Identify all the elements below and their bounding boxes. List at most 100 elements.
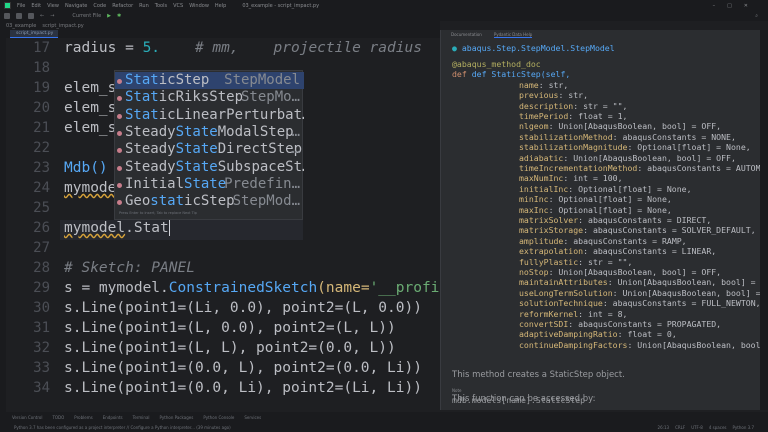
interpreter[interactable]: Python 3.7 <box>733 425 755 430</box>
run-config-select[interactable]: Current File <box>72 13 101 19</box>
item-match: State <box>175 158 218 175</box>
forward-icon[interactable]: → <box>50 13 54 19</box>
code-line-current[interactable]: mymodel.Stat <box>64 220 170 236</box>
param-name: timeIncrementationMethod <box>519 163 638 173</box>
code-line[interactable]: s.Line(point1=(0.0, Li), point2=(Li, Li)… <box>64 380 422 396</box>
item-text: icStep <box>184 193 235 210</box>
param-type: : abaqusConstants = NONE, <box>612 131 736 142</box>
menu-vcs[interactable]: VCS <box>173 3 183 9</box>
tab-pydantic-help[interactable]: Pydantic Data Help <box>493 32 533 38</box>
tab-problems[interactable]: Problems <box>74 415 92 420</box>
code-function: ConstrainedSketch <box>168 280 318 296</box>
line-number: 20 <box>33 100 50 116</box>
run-icon[interactable]: ▶ <box>107 13 111 19</box>
menu-tools[interactable]: Tools <box>155 3 167 9</box>
item-match: Stat <box>125 72 159 88</box>
menu-navigate[interactable]: Navigate <box>65 3 87 9</box>
param-type: : str = "", <box>573 100 628 111</box>
code-line[interactable]: s.Line(point1=(L, 0.0), point2=(L, L)) <box>64 320 396 336</box>
tab-documentation[interactable]: Documentation <box>451 32 482 37</box>
menu-view[interactable]: View <box>47 3 59 9</box>
menu-code[interactable]: Code <box>93 3 106 9</box>
tab-python-console[interactable]: Python Console <box>203 415 234 420</box>
param-type: : int = 100, <box>563 173 623 184</box>
param-type: : abaqusConstants = SOLVER_DEFAULT, <box>583 225 756 236</box>
completion-item[interactable]: SteadyStateDirectStep… <box>115 141 304 158</box>
param-type: : Union[AbaqusBoolean, bool] = OFF, <box>563 152 736 163</box>
sync-icon[interactable] <box>28 13 34 19</box>
completion-item[interactable]: SteadyStateModalStep… <box>115 124 304 141</box>
caret-position[interactable]: 26:13 <box>658 425 670 430</box>
breadcrumb: 03_example script_impact.py <box>0 21 440 30</box>
param-type: : Optional[float] = None, <box>548 194 672 205</box>
pycharm-logo-icon <box>4 2 11 9</box>
item-type: Predefin… <box>224 175 300 192</box>
param-name: amplitude <box>519 235 564 246</box>
indent-setting[interactable]: 4 spaces <box>709 425 727 430</box>
save-icon[interactable] <box>16 13 22 19</box>
tab-services[interactable]: Services <box>244 415 261 420</box>
item-match: Stat <box>125 106 159 123</box>
code-line[interactable]: # Sketch: PANEL <box>64 260 195 276</box>
line-number: 31 <box>33 320 50 336</box>
line-number: 19 <box>33 80 50 96</box>
code-line[interactable]: s.Line(point1=(L, L), point2=(0.0, L)) <box>64 340 396 356</box>
line-number: 30 <box>33 300 50 316</box>
item-text: Steady <box>125 158 176 175</box>
menu-refactor[interactable]: Refactor <box>112 3 133 9</box>
completion-item[interactable]: InitialState Predefin… <box>115 176 304 193</box>
code-line[interactable]: radius = 5. # mm, projectile radius <box>64 40 422 56</box>
completion-item[interactable]: StaticLinearPerturbat… <box>115 107 304 124</box>
window-controls[interactable]: –□✕ <box>713 3 760 9</box>
doc-signature: def def StaticStep(self, <box>452 69 570 79</box>
function-name: def StaticStep(self, <box>471 69 571 80</box>
menu-help[interactable]: Help <box>215 3 226 9</box>
code-line[interactable]: Mdb() <box>64 160 108 176</box>
tab-python-packages[interactable]: Python Packages <box>160 415 194 420</box>
doc-param: useLongTermSolution: Union[AbaqusBoolean… <box>519 288 768 298</box>
file-encoding[interactable]: UTF-8 <box>691 425 703 430</box>
back-icon[interactable]: ← <box>40 13 44 19</box>
completion-item[interactable]: SteadyStateSubspaceSt… <box>115 159 304 176</box>
debug-icon[interactable]: ✱ <box>117 13 121 19</box>
doc-access-code: mdb.models[name].StaticStep <box>452 395 586 405</box>
menu-run[interactable]: Run <box>139 3 149 9</box>
tab-version-control[interactable]: Version Control <box>12 415 42 420</box>
menu-file[interactable]: File <box>17 3 25 9</box>
method-icon <box>117 130 122 136</box>
code-line[interactable]: s.Line(point1=(Li, 0.0), point2=(L, 0.0)… <box>64 300 422 316</box>
tab-terminal[interactable]: Terminal <box>133 415 150 420</box>
item-type: StepMod… <box>232 193 300 210</box>
menu-window[interactable]: Window <box>189 3 209 9</box>
line-number: 34 <box>33 380 50 396</box>
param-name: convertSDI <box>519 319 569 329</box>
param-name: matrixStorage <box>519 225 584 236</box>
doc-param: name: str, <box>519 80 568 90</box>
doc-param: previous: str, <box>519 90 588 100</box>
status-message[interactable]: Python 3.7 has been configured as a proj… <box>14 425 231 430</box>
item-text: Geo <box>125 193 151 210</box>
completion-item[interactable]: StaticRiksStep StepMo… <box>115 89 304 106</box>
search-icon[interactable]: ⌕ <box>755 13 758 19</box>
tab-todo[interactable]: TODO <box>52 415 64 420</box>
line-separator[interactable]: CRLF <box>675 425 685 430</box>
tab-endpoints[interactable]: Endpoints <box>103 415 123 420</box>
line-number: 17 <box>33 40 50 56</box>
code-comment: # mm, projectile radius <box>160 40 422 56</box>
code-line[interactable]: s.Line(point1=(0.0, L), point2=(0.0, Li)… <box>64 360 422 376</box>
doc-param: stabilizationMagnitude: Optional[float] … <box>519 142 751 152</box>
line-number: 29 <box>33 280 50 296</box>
code-text: mymodel <box>64 220 126 236</box>
line-number: 22 <box>33 140 50 156</box>
breadcrumb-file[interactable]: script_impact.py <box>42 23 83 29</box>
open-icon[interactable] <box>4 13 10 19</box>
menu-edit[interactable]: Edit <box>31 3 41 9</box>
completion-item[interactable]: StaticStep StepModel <box>115 72 304 90</box>
param-name: useLongTermSolution <box>519 287 613 298</box>
method-icon <box>117 148 122 154</box>
completion-item[interactable]: GeostaticStep StepMod… <box>115 193 304 210</box>
breadcrumb-project[interactable]: 03_example <box>6 23 36 29</box>
editor-tab-script[interactable]: script_impact.py <box>10 30 58 38</box>
completion-popup: GeostaticStep StepMod… InitialState Predefi… <box>114 70 304 220</box>
doc-qualified-name[interactable]: ● abaqus.Step.StepModel.StepModel <box>452 43 615 53</box>
